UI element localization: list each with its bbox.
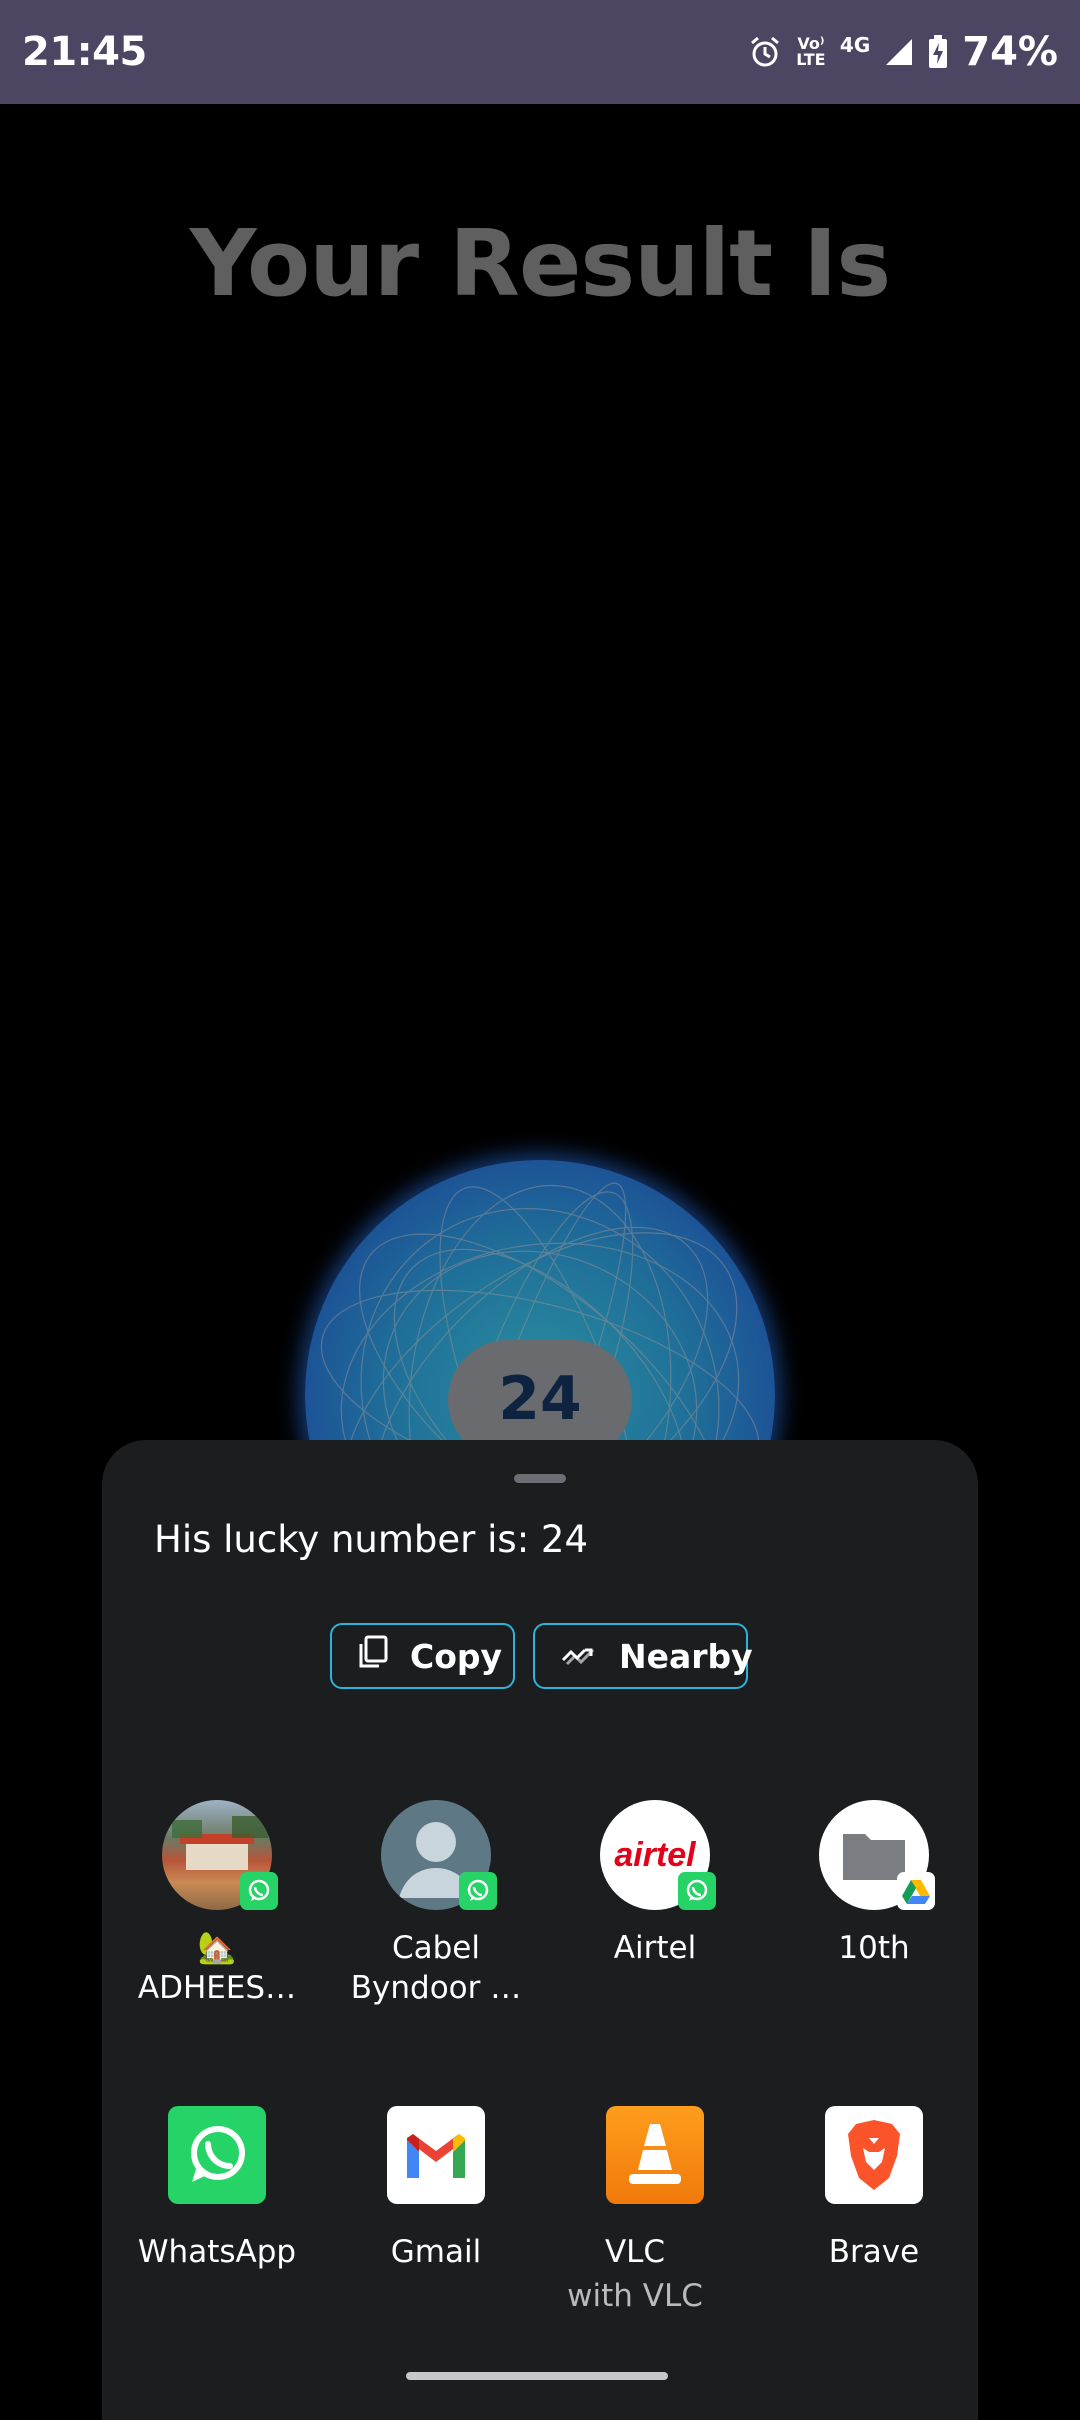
share-preview-text: His lucky number is: 24 xyxy=(154,1518,589,1561)
battery-charging-icon xyxy=(928,35,948,69)
share-app-vlc[interactable]: VLC with VLC xyxy=(550,2106,760,2326)
gmail-icon xyxy=(387,2106,485,2204)
target-label-line1: Cabel xyxy=(391,1930,480,1966)
direct-share-target-adhees[interactable]: 🏡 ADHEES… xyxy=(112,1800,322,2020)
direct-share-target-10th[interactable]: 10th xyxy=(769,1800,979,2020)
whatsapp-badge-icon xyxy=(240,1872,278,1910)
nearby-label: Nearby xyxy=(619,1636,753,1676)
nearby-share-button[interactable]: Nearby xyxy=(533,1623,753,1689)
app-label: WhatsApp xyxy=(137,2234,297,2270)
copy-button[interactable]: Copy xyxy=(330,1623,515,1689)
page-title: Your Result Is xyxy=(189,210,891,317)
whatsapp-badge-icon xyxy=(459,1872,497,1910)
app-sublabel: with VLC xyxy=(567,2278,703,2314)
app-label: Gmail xyxy=(390,2234,482,2270)
battery-percentage: 74% xyxy=(962,29,1058,75)
target-label-line1: 🏡 xyxy=(197,1930,237,1966)
whatsapp-icon xyxy=(168,2106,266,2204)
share-app-whatsapp[interactable]: WhatsApp xyxy=(112,2106,322,2326)
app-label: Brave xyxy=(828,2234,920,2270)
direct-share-target-cabel[interactable]: Cabel Byndoor … xyxy=(331,1800,541,2020)
target-label: Airtel xyxy=(613,1930,697,1966)
app-label: VLC xyxy=(604,2234,666,2270)
status-time: 21:45 xyxy=(22,29,147,75)
gesture-nav-bar[interactable] xyxy=(406,2372,668,2380)
copy-icon xyxy=(358,1635,388,1677)
lucky-number: 24 xyxy=(498,1364,582,1434)
status-icons: Vo⁾ LTE 4G 74% xyxy=(748,29,1058,75)
signal-icon xyxy=(884,37,914,67)
share-sheet[interactable]: His lucky number is: 24 Copy Nearby 🏡 AD… xyxy=(102,1440,978,2420)
alarm-icon xyxy=(748,35,782,69)
volte-icon: Vo⁾ LTE xyxy=(796,34,826,69)
airtel-logo-text: airtel xyxy=(614,1835,696,1874)
nearby-share-icon xyxy=(561,1637,597,1676)
share-app-brave[interactable]: Brave xyxy=(769,2106,979,2326)
target-label-line2: Byndoor … xyxy=(350,1970,522,2006)
network-type: 4G xyxy=(839,33,871,57)
drag-handle[interactable] xyxy=(514,1474,566,1483)
copy-label: Copy xyxy=(410,1636,503,1676)
direct-share-target-airtel[interactable]: airtel Airtel xyxy=(550,1800,760,2020)
target-label-line2: ADHEES… xyxy=(137,1970,297,2006)
status-bar: 21:45 Vo⁾ LTE 4G 74% xyxy=(0,0,1080,104)
google-drive-badge-icon xyxy=(897,1872,935,1910)
target-label: 10th xyxy=(838,1930,910,1966)
brave-icon xyxy=(825,2106,923,2204)
whatsapp-badge-icon xyxy=(678,1872,716,1910)
share-app-gmail[interactable]: Gmail xyxy=(331,2106,541,2326)
vlc-icon xyxy=(606,2106,704,2204)
